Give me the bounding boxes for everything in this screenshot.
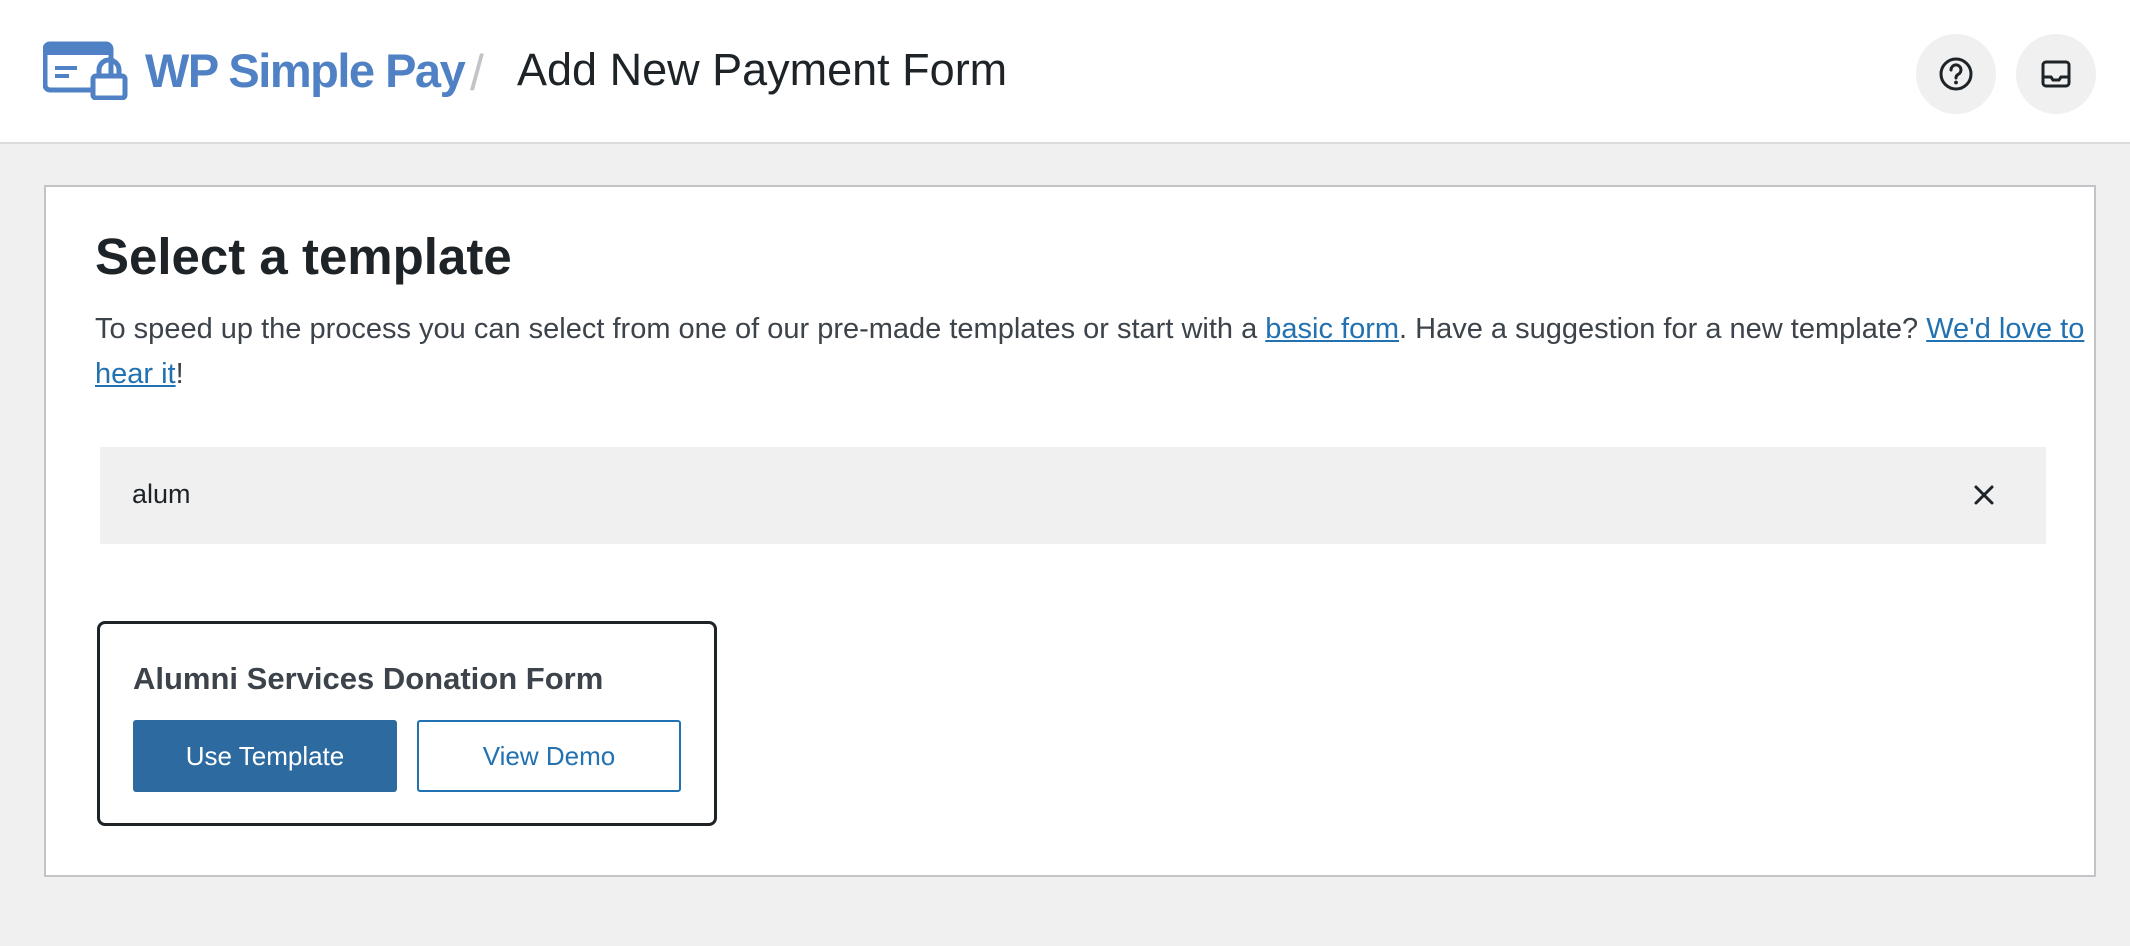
section-heading: Select a template: [95, 228, 512, 285]
brand-name: WP Simple Pay: [145, 43, 466, 97]
page-title: Add New Payment Form: [517, 44, 1008, 95]
basic-form-link[interactable]: basic form: [1265, 313, 1399, 345]
close-icon: [1974, 485, 1994, 505]
clear-search-button[interactable]: [1962, 473, 2006, 517]
breadcrumb-separator: /: [470, 45, 484, 101]
template-title: Alumni Services Donation Form: [133, 661, 604, 696]
top-bar: WP Simple Pay / Add New Payment Form: [0, 0, 2130, 144]
card-lock-icon: [43, 41, 128, 100]
use-template-button[interactable]: Use Template: [133, 720, 397, 792]
inbox-icon: [2041, 60, 2071, 88]
wp-simple-pay-logo[interactable]: WP Simple Pay: [43, 40, 466, 100]
template-selector-panel: Select a template To speed up the proces…: [44, 185, 2096, 877]
help-circle-icon: [1939, 57, 1973, 91]
description-text: . Have a suggestion for a new template?: [1399, 313, 1927, 345]
template-card: Alumni Services Donation Form Use Templa…: [97, 621, 717, 826]
template-search-input[interactable]: alum: [100, 447, 2046, 544]
search-value: alum: [132, 479, 191, 509]
view-demo-button[interactable]: View Demo: [417, 720, 681, 792]
section-description: To speed up the process you can select f…: [95, 307, 2085, 397]
description-text: To speed up the process you can select f…: [95, 313, 1266, 345]
description-text: !: [175, 358, 184, 390]
notifications-inbox-button[interactable]: [2016, 34, 2096, 114]
help-button[interactable]: [1916, 34, 1996, 114]
